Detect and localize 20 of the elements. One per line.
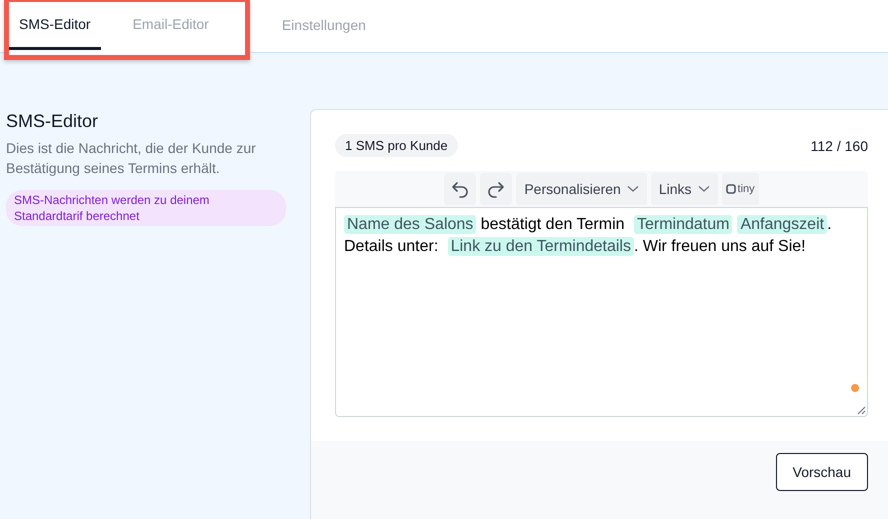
notice-badge: SMS-Nachrichten werden zu deinem Standardtarif berechnet [6, 190, 286, 226]
undo-icon [450, 179, 470, 199]
redo-icon [486, 179, 506, 199]
description: Dies ist die Nachricht, die der Kunde zur Bestätigung seines Termins erhält. [6, 139, 257, 178]
dropdown-button[interactable]: Personalisieren [516, 173, 647, 205]
tiny-logo-link[interactable]: tiny [722, 173, 759, 205]
redo-button[interactable] [480, 173, 512, 205]
sms-count-badge: 1 SMS pro Kunde [335, 134, 458, 157]
status-dot [851, 384, 859, 392]
dropdown-button[interactable]: Links [650, 173, 718, 205]
character-counter: 112 / 160 [810, 138, 868, 154]
preview-button[interactable]: Vorschau [776, 453, 868, 491]
tab[interactable]: SMS-Editor [9, 1, 101, 50]
chevron-down-icon [698, 185, 710, 193]
message-editor[interactable]: Name des Salons bestätigt den Termin Termindatum Anfangszeit . Details unter: Link zu den Termindetails . Wir freuen uns auf Sie! [335, 207, 868, 417]
chevron-down-icon [626, 185, 639, 193]
section-title: SMS-Editor [6, 111, 100, 132]
undo-button[interactable] [444, 173, 476, 205]
message-text: Name des Salons bestätigt den Termin Termindatum Anfangszeit . Details unter: Link zu den Termindetails . Wir freuen uns auf Sie! [344, 214, 833, 258]
resize-handle-icon[interactable] [856, 405, 866, 415]
